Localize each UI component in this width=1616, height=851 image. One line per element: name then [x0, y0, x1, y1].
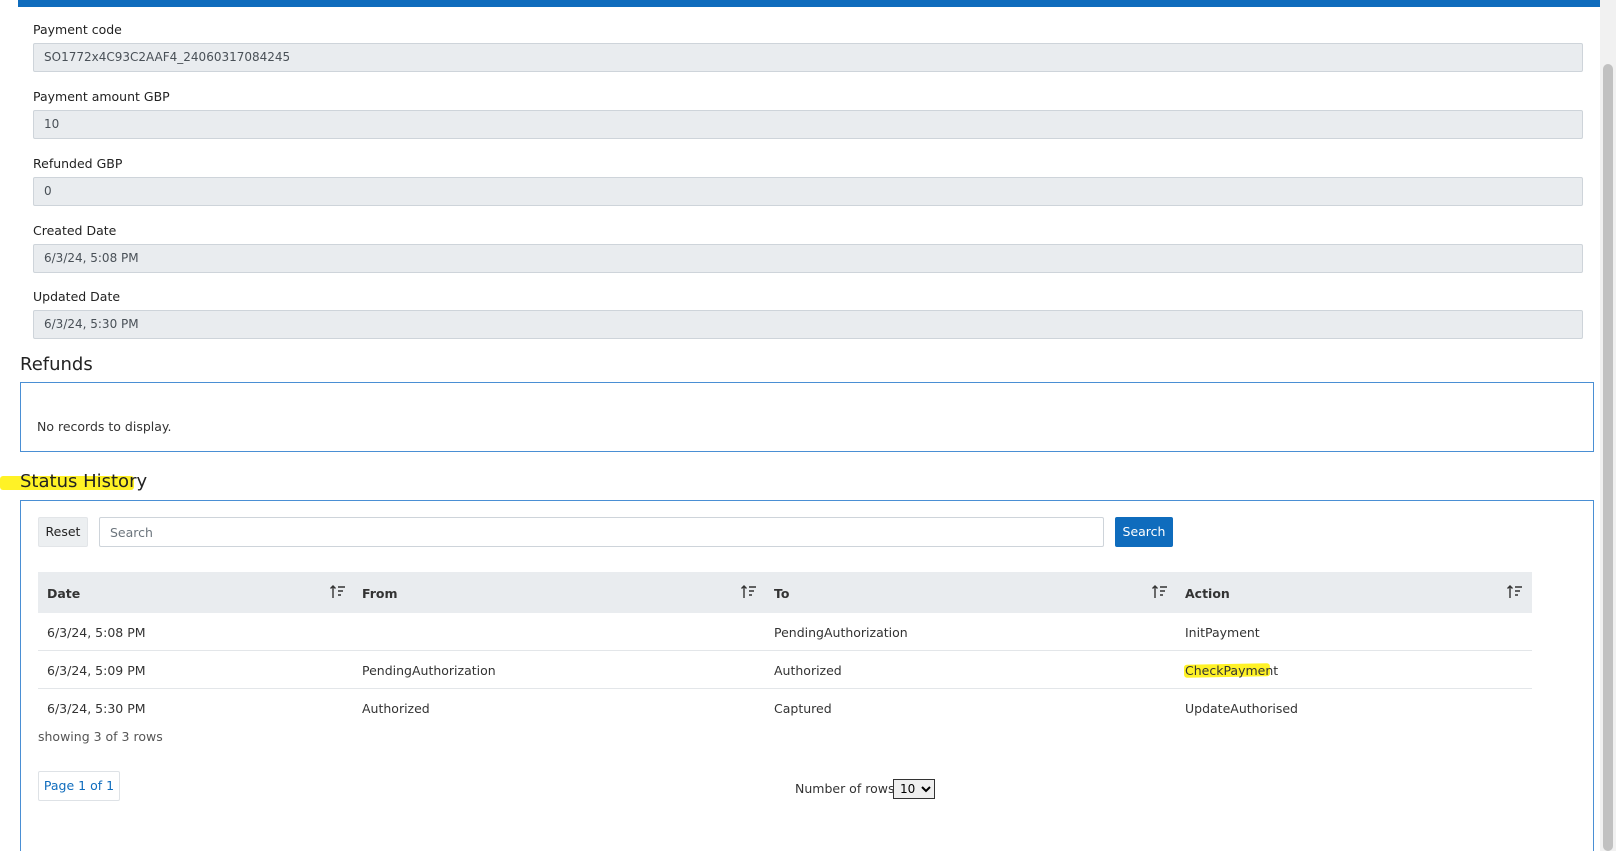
column-header-from[interactable]: From — [362, 572, 398, 613]
created-date-input[interactable]: 6/3/24, 5:08 PM — [33, 244, 1583, 273]
search-button[interactable]: Search — [1115, 517, 1173, 547]
reset-button[interactable]: Reset — [38, 517, 88, 547]
sort-icon[interactable] — [330, 585, 346, 599]
cell-from: PendingAuthorization — [362, 663, 496, 678]
top-accent-bar — [18, 0, 1602, 7]
search-input[interactable] — [99, 517, 1104, 547]
cell-action: UpdateAuthorised — [1185, 701, 1298, 716]
cell-to: PendingAuthorization — [774, 625, 908, 640]
field-label: Created Date — [33, 223, 117, 238]
status-history-title: Status History — [20, 471, 148, 492]
cell-date: 6/3/24, 5:30 PM — [47, 701, 146, 716]
refunds-panel: No records to display. — [20, 382, 1594, 452]
created-date-field: Created Date 6/3/24, 5:08 PM — [33, 222, 1583, 273]
sort-icon[interactable] — [1152, 585, 1168, 599]
cell-date: 6/3/24, 5:09 PM — [47, 663, 146, 678]
cell-date: 6/3/24, 5:08 PM — [47, 625, 146, 640]
table-header: Date From To Action — [38, 572, 1532, 613]
sort-icon[interactable] — [741, 585, 757, 599]
field-label: Updated Date — [33, 289, 121, 304]
table-row: 6/3/24, 5:08 PM PendingAuthorization Ini… — [38, 613, 1532, 651]
field-label: Payment code — [33, 22, 122, 37]
table-row: 6/3/24, 5:30 PM Authorized Captured Upda… — [38, 689, 1532, 727]
table-row: 6/3/24, 5:09 PM PendingAuthorization Aut… — [38, 651, 1532, 689]
page-indicator[interactable]: Page 1 of 1 — [38, 771, 120, 801]
showing-rows-text: showing 3 of 3 rows — [38, 729, 163, 744]
field-label: Payment amount GBP — [33, 89, 170, 104]
refunded-field: Refunded GBP 0 — [33, 155, 1583, 206]
cell-from: Authorized — [362, 701, 430, 716]
status-history-table: Date From To Action 6/3/24, 5:08 PM Pend… — [38, 572, 1532, 727]
payment-code-input[interactable]: SO1772x4C93C2AAF4_24060317084245 — [33, 43, 1583, 72]
updated-date-field: Updated Date 6/3/24, 5:30 PM — [33, 288, 1583, 339]
refunds-empty-message: No records to display. — [37, 419, 172, 434]
cell-to: Captured — [774, 701, 832, 716]
field-label: Refunded GBP — [33, 156, 123, 171]
refunded-input[interactable]: 0 — [33, 177, 1583, 206]
column-header-date[interactable]: Date — [47, 572, 80, 613]
payment-code-field: Payment code SO1772x4C93C2AAF4_240603170… — [33, 21, 1583, 72]
rows-per-page-select[interactable]: 10 — [893, 779, 935, 799]
cell-action: InitPayment — [1185, 625, 1260, 640]
status-history-panel: Reset Search Date From To Action — [20, 500, 1594, 851]
payment-amount-field: Payment amount GBP 10 — [33, 88, 1583, 139]
refunds-title: Refunds — [20, 354, 93, 375]
cell-action: CheckPayment — [1185, 663, 1279, 678]
column-header-action[interactable]: Action — [1185, 572, 1230, 613]
rows-per-page-label: Number of rows: — [795, 781, 899, 796]
updated-date-input[interactable]: 6/3/24, 5:30 PM — [33, 310, 1583, 339]
payment-amount-input[interactable]: 10 — [33, 110, 1583, 139]
sort-icon[interactable] — [1507, 585, 1523, 599]
scrollbar-thumb[interactable] — [1603, 64, 1613, 851]
column-header-to[interactable]: To — [774, 572, 789, 613]
cell-to: Authorized — [774, 663, 842, 678]
